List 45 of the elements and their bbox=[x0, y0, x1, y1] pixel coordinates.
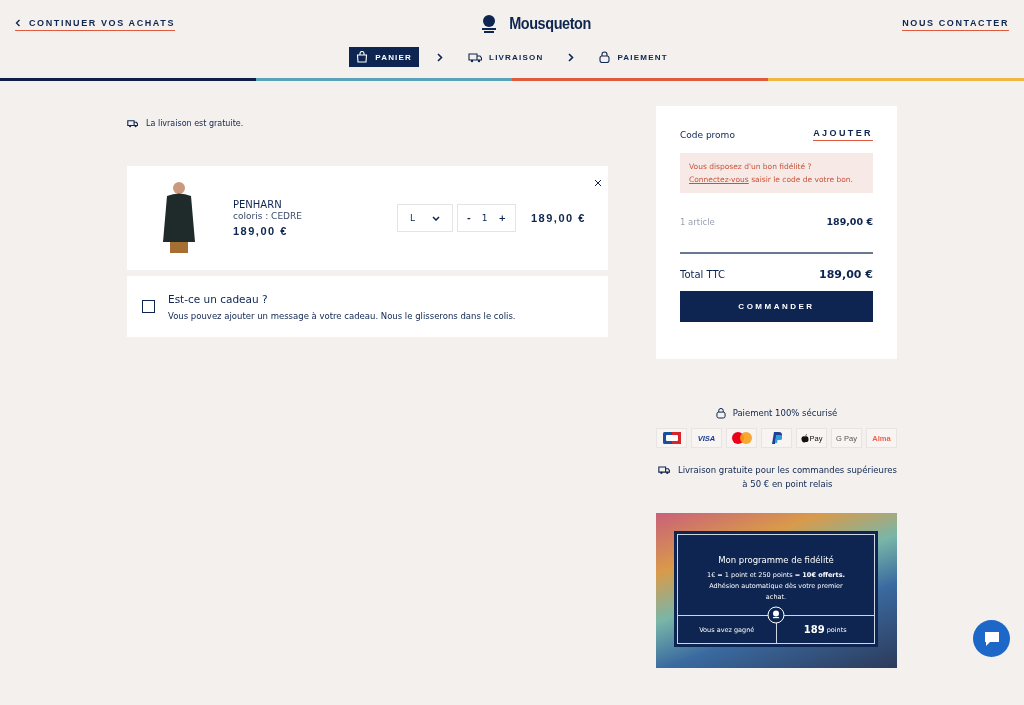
add-promo-link[interactable]: AJOUTER bbox=[813, 128, 873, 141]
gift-title: Est-ce un cadeau ? bbox=[168, 292, 269, 305]
checkout-step-tab[interactable]: LIVRAISON bbox=[461, 47, 551, 67]
promo-code-label: Code promo bbox=[680, 129, 735, 140]
increase-button[interactable]: + bbox=[494, 213, 510, 223]
order-button[interactable]: COMMANDER bbox=[680, 291, 873, 322]
loyalty-title: Mon programme de fidélité bbox=[718, 555, 834, 565]
total-label: Total TTC bbox=[680, 269, 725, 280]
checkout-step-tab[interactable]: PAIEMENT bbox=[592, 47, 675, 67]
line-total: 189,00 € bbox=[531, 212, 586, 224]
chevron-icon bbox=[568, 52, 575, 62]
lock-icon bbox=[715, 407, 726, 419]
chat-icon bbox=[982, 630, 1001, 647]
size-select[interactable]: L bbox=[397, 204, 453, 232]
checkout-step-tab[interactable]: PANIER bbox=[349, 47, 420, 67]
logo-text[interactable]: Mousqueton bbox=[509, 14, 591, 34]
chevron-down-icon bbox=[432, 215, 440, 221]
lock-icon bbox=[599, 51, 611, 63]
payment-method-badge bbox=[656, 428, 687, 448]
contact-link[interactable]: NOUS CONTACTER bbox=[902, 17, 1009, 31]
free-shipping-info: Livraison gratuite pour les commandes supérieures à 50 € en point relais bbox=[677, 464, 897, 491]
chevron-icon bbox=[437, 52, 444, 62]
chevron-left-icon bbox=[15, 18, 21, 27]
quantity-value: 1 bbox=[481, 213, 488, 223]
subtotal-price: 189,00 € bbox=[826, 216, 873, 227]
medal-icon bbox=[767, 606, 785, 624]
truck-icon bbox=[658, 465, 670, 475]
product-color: coloris : CEDRE bbox=[233, 211, 303, 221]
truck-icon bbox=[468, 51, 483, 63]
product-price: 189,00 € bbox=[233, 225, 289, 237]
payment-method-badge bbox=[726, 428, 757, 448]
secure-payment-text: Paiement 100% sécurisé bbox=[732, 408, 838, 418]
payment-method-badge bbox=[761, 428, 792, 448]
item-count: 1 article bbox=[680, 216, 715, 227]
shopping-bag-icon bbox=[356, 51, 369, 63]
free-shipping-note: La livraison est gratuite. bbox=[146, 119, 244, 128]
chat-button[interactable] bbox=[973, 620, 1010, 657]
continue-shopping-link[interactable]: CONTINUER VOS ACHATS bbox=[15, 17, 175, 31]
product-name[interactable]: PENHARN bbox=[233, 199, 397, 210]
truck-icon bbox=[127, 119, 138, 128]
close-icon[interactable] bbox=[594, 179, 602, 187]
gift-checkbox[interactable] bbox=[142, 300, 155, 313]
gift-description: Vous pouvez ajouter un message à votre cadeau. Nous le glisserons dans le colis. bbox=[168, 310, 516, 321]
decrease-button[interactable]: - bbox=[463, 213, 475, 223]
total-price: 189,00 € bbox=[819, 268, 873, 281]
